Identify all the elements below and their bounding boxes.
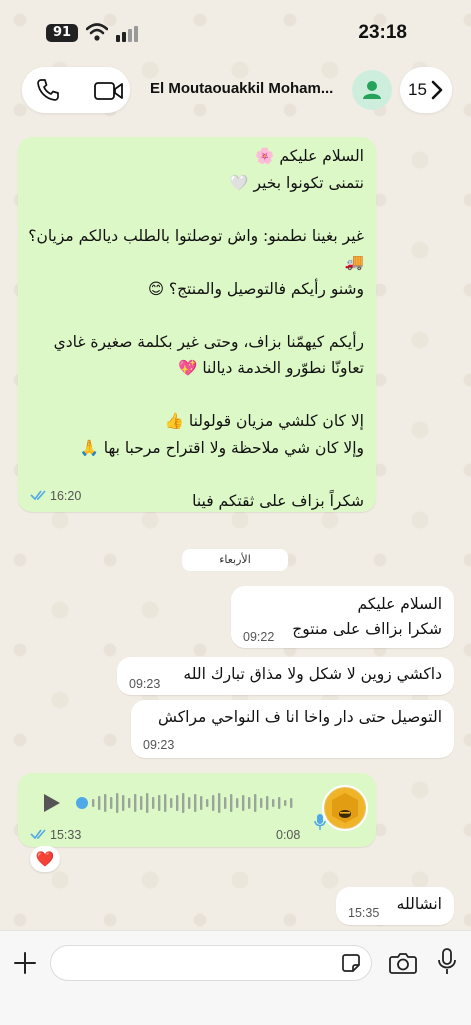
back-button[interactable]: 15 bbox=[400, 67, 452, 113]
plus-icon[interactable] bbox=[13, 951, 37, 975]
voice-message[interactable]: 15:33 0:08 bbox=[18, 773, 376, 847]
sticker-icon[interactable] bbox=[341, 953, 361, 973]
message-time: 09:23 bbox=[129, 677, 161, 691]
message-time: 15:35 bbox=[348, 906, 380, 920]
sender-avatar bbox=[322, 785, 368, 831]
battery-indicator: 91 bbox=[46, 24, 78, 42]
message-text: انشالله bbox=[396, 895, 442, 913]
call-actions bbox=[22, 67, 130, 113]
signal-icon bbox=[116, 26, 138, 42]
heart-reaction: ❤️ bbox=[35, 850, 55, 868]
incoming-message[interactable]: داكشي زوين لا شكل ولا مذاق تبارك الله 09… bbox=[117, 657, 454, 695]
contact-avatar[interactable] bbox=[352, 70, 392, 110]
voice-duration: 0:08 bbox=[276, 828, 301, 842]
person-icon bbox=[363, 81, 381, 99]
play-icon[interactable] bbox=[42, 793, 62, 813]
video-call-icon[interactable] bbox=[94, 80, 124, 102]
clock: 23:18 bbox=[358, 22, 407, 43]
message-text: داكشي زوين لا شكل ولا مذاق تبارك الله bbox=[183, 665, 442, 683]
camera-icon[interactable] bbox=[389, 951, 417, 975]
chat-header: El Moutaouakkil Moham... 15 bbox=[0, 64, 471, 118]
message-time: 15:33 bbox=[50, 828, 82, 842]
wifi-icon bbox=[86, 23, 108, 41]
message-time: 09:23 bbox=[143, 738, 175, 752]
message-input[interactable] bbox=[50, 945, 372, 981]
read-receipt-icon bbox=[30, 490, 46, 501]
phone-icon[interactable] bbox=[36, 78, 60, 102]
day-divider: الأربعاء bbox=[182, 549, 288, 571]
message-composer bbox=[0, 930, 471, 1025]
reaction-badge[interactable]: ❤️ bbox=[30, 846, 60, 872]
contact-name[interactable]: El Moutaouakkil Moham... bbox=[150, 80, 346, 97]
message-time: 09:22 bbox=[243, 630, 275, 644]
microphone-icon bbox=[314, 814, 326, 830]
audio-waveform[interactable] bbox=[76, 791, 306, 815]
message-time: 16:20 bbox=[50, 489, 82, 503]
status-bar: 91 23:18 bbox=[0, 0, 471, 64]
outgoing-message[interactable]: السلام عليكم 🌸 نتمنى تكونوا بخير 🤍 غير ب… bbox=[18, 137, 376, 512]
incoming-message[interactable]: التوصيل حتى دار واخا انا ف النواحي مراكش… bbox=[131, 700, 454, 758]
incoming-message[interactable]: السلام عليكم شكرا بزااف على منتوج 09:22 bbox=[231, 586, 454, 648]
read-receipt-icon bbox=[30, 829, 46, 840]
unread-count: 15 bbox=[408, 80, 427, 99]
bee-logo-icon bbox=[325, 788, 365, 828]
message-text: التوصيل حتى دار واخا انا ف النواحي مراكش bbox=[158, 708, 442, 726]
microphone-icon[interactable] bbox=[437, 948, 457, 976]
message-text: السلام عليكم 🌸 نتمنى تكونوا بخير 🤍 غير ب… bbox=[28, 147, 364, 510]
chevron-right-icon bbox=[431, 80, 443, 100]
incoming-message[interactable]: انشالله 15:35 bbox=[336, 887, 454, 925]
